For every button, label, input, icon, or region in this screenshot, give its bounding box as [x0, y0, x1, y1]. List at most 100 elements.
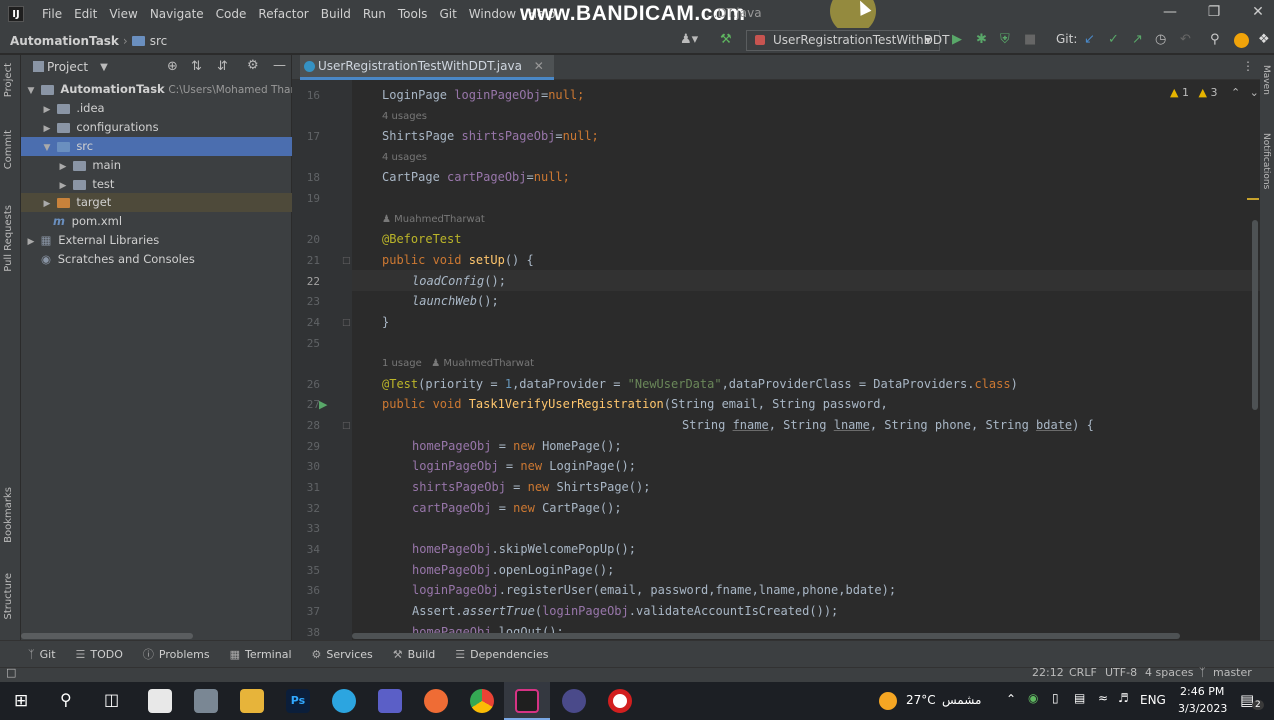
- git-branch[interactable]: master: [1213, 666, 1252, 679]
- windows-start-icon[interactable]: ⊞: [14, 691, 28, 711]
- weather-condition[interactable]: مشمس: [942, 693, 981, 707]
- tool-window-dependencies[interactable]: ☰ Dependencies: [455, 648, 548, 661]
- language-indicator[interactable]: ENG: [1140, 693, 1166, 707]
- user-icon[interactable]: ♟▾: [680, 32, 698, 47]
- hide-panel-icon[interactable]: —: [273, 58, 286, 73]
- tool-project[interactable]: Project: [3, 63, 14, 97]
- volume-icon[interactable]: ♬: [1118, 691, 1129, 705]
- wifi-icon[interactable]: ≈: [1098, 691, 1108, 705]
- indent-setting[interactable]: 4 spaces: [1145, 666, 1194, 679]
- teams-icon[interactable]: [378, 689, 402, 713]
- build-hammer-icon[interactable]: ⚒: [720, 32, 732, 47]
- expand-all-icon[interactable]: ⇅: [191, 59, 202, 74]
- desktop-app-icon[interactable]: [148, 689, 172, 713]
- rollback-icon[interactable]: ↶: [1180, 32, 1191, 47]
- more-options-icon[interactable]: ⋮: [1242, 59, 1254, 73]
- photoshop-icon[interactable]: Ps: [286, 689, 310, 713]
- author-hint[interactable]: ♟ MuahmedTharwat: [382, 214, 485, 225]
- fold-icon[interactable]: □: [342, 318, 351, 328]
- menu-run[interactable]: Run: [357, 0, 392, 28]
- network-ethernet-icon[interactable]: ▤: [1074, 691, 1085, 705]
- tool-window-terminal[interactable]: ▦ Terminal: [230, 648, 292, 661]
- tool-window-build[interactable]: ⚒ Build: [393, 648, 436, 661]
- layout-toggle-icon[interactable]: □: [6, 666, 16, 679]
- usages-hint[interactable]: 4 usages: [382, 152, 427, 163]
- gear-icon[interactable]: ⚙: [247, 58, 259, 73]
- tool-commit[interactable]: Commit: [3, 130, 14, 169]
- tree-item-test[interactable]: ▶ test: [21, 175, 292, 194]
- file-encoding[interactable]: UTF-8: [1105, 666, 1137, 679]
- run-icon[interactable]: ▶: [952, 32, 962, 47]
- tree-item-src[interactable]: ▼ src: [21, 137, 292, 156]
- file-explorer-icon[interactable]: [240, 689, 264, 713]
- menu-navigate[interactable]: Navigate: [144, 0, 210, 28]
- vertical-scrollbar[interactable]: [1252, 220, 1258, 410]
- menu-file[interactable]: File: [36, 0, 68, 28]
- breadcrumb-folder[interactable]: src: [148, 34, 168, 48]
- menu-view[interactable]: View: [103, 0, 143, 28]
- fold-icon[interactable]: □: [342, 256, 351, 266]
- tool-structure[interactable]: Structure: [3, 573, 14, 620]
- tree-item-external-libraries[interactable]: ▶ ▦ External Libraries: [21, 231, 292, 250]
- search-icon[interactable]: ⚲: [60, 690, 72, 709]
- menu-tools[interactable]: Tools: [392, 0, 434, 28]
- run-test-gutter-icon[interactable]: ▶: [319, 398, 327, 411]
- collapse-all-icon[interactable]: ⇵: [217, 59, 228, 74]
- stop-icon[interactable]: ■: [1024, 32, 1036, 47]
- weather-temperature[interactable]: 27°C: [906, 693, 936, 707]
- menu-git[interactable]: Git: [433, 0, 462, 28]
- git-push-icon[interactable]: ↗: [1132, 32, 1143, 47]
- update-icon[interactable]: [1234, 33, 1249, 48]
- error-stripe-marker[interactable]: [1247, 198, 1259, 200]
- tray-app-icon[interactable]: ◉: [1028, 691, 1038, 705]
- vpn-app-icon[interactable]: [562, 689, 586, 713]
- tray-device-icon[interactable]: ▯: [1052, 691, 1059, 705]
- minimize-icon[interactable]: —: [1150, 4, 1190, 20]
- tree-item-pom[interactable]: m pom.xml: [21, 212, 292, 231]
- tool-window-todo[interactable]: ☰ TODO: [76, 648, 123, 661]
- tree-item-configurations[interactable]: ▶ configurations: [21, 118, 292, 137]
- chevron-down-icon[interactable]: ⌄: [1250, 86, 1259, 99]
- intellij-app-icon[interactable]: IJ: [8, 6, 24, 22]
- tool-notifications[interactable]: Notifications: [1261, 133, 1271, 189]
- git-commit-icon[interactable]: ✓: [1108, 32, 1119, 47]
- tool-window-git[interactable]: ᛉ Git: [28, 648, 56, 661]
- line-separator[interactable]: CRLF: [1069, 666, 1097, 679]
- menu-edit[interactable]: Edit: [68, 0, 103, 28]
- task-view-icon[interactable]: ◫: [104, 690, 119, 709]
- chevron-up-icon[interactable]: ⌃: [1231, 86, 1240, 99]
- clock-time[interactable]: 2:46 PM: [1180, 685, 1224, 698]
- history-icon[interactable]: ◷: [1155, 32, 1166, 47]
- tree-item-scratches[interactable]: ◉ Scratches and Consoles: [21, 250, 292, 269]
- tree-item-root[interactable]: ▼ AutomationTask C:\Users\Mohamed Tharwa…: [21, 80, 292, 99]
- tool-window-problems[interactable]: ⓘ Problems: [143, 646, 210, 662]
- usage-author-hint[interactable]: 1 usage ♟ MuahmedTharwat: [382, 358, 534, 369]
- project-panel-title[interactable]: Project: [47, 60, 88, 74]
- bandicam-icon[interactable]: [608, 689, 632, 713]
- tree-item-main[interactable]: ▶ main: [21, 156, 292, 175]
- inspection-widget[interactable]: ▲ 1 ▲ 3 ⌃ ⌄: [1170, 86, 1259, 99]
- chevron-up-icon[interactable]: ⌃: [1006, 692, 1016, 706]
- menu-window[interactable]: Window: [463, 0, 522, 28]
- search-icon[interactable]: ⚲: [1210, 32, 1220, 47]
- run-configuration-select[interactable]: UserRegistrationTestWithDDT ▾: [746, 30, 949, 51]
- debug-icon[interactable]: ✱: [976, 32, 987, 47]
- locate-icon[interactable]: ⊕: [167, 59, 178, 74]
- tool-bookmarks[interactable]: Bookmarks: [3, 487, 14, 543]
- tool-maven[interactable]: Maven: [1261, 65, 1271, 95]
- menu-refactor[interactable]: Refactor: [252, 0, 314, 28]
- usages-hint[interactable]: 4 usages: [382, 111, 427, 122]
- breadcrumb-project[interactable]: AutomationTask: [0, 34, 119, 48]
- fold-icon[interactable]: □: [342, 421, 351, 431]
- chrome-icon[interactable]: [470, 689, 494, 713]
- tool-pull-requests[interactable]: Pull Requests: [3, 205, 14, 272]
- telegram-icon[interactable]: [332, 689, 356, 713]
- coverage-icon[interactable]: ⛨: [1000, 32, 1010, 47]
- horizontal-scrollbar[interactable]: [21, 633, 193, 639]
- close-tab-icon[interactable]: ✕: [534, 59, 544, 73]
- intellij-icon[interactable]: [515, 689, 539, 713]
- editor-tab[interactable]: UserRegistrationTestWithDDT.java ✕: [300, 55, 554, 80]
- tree-item-idea[interactable]: ▶ .idea: [21, 99, 292, 118]
- horizontal-scrollbar[interactable]: [352, 633, 1180, 639]
- control-panel-icon[interactable]: [194, 689, 218, 713]
